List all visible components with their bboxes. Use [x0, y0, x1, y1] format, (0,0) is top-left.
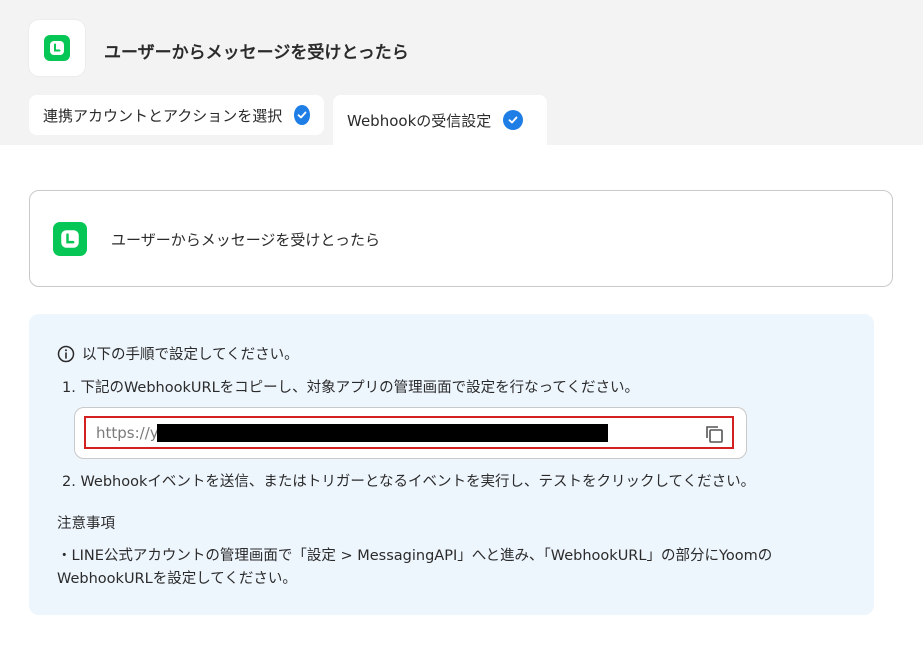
- webhook-url-text: https://y: [96, 424, 159, 442]
- tab-webhook-settings[interactable]: Webhookの受信設定: [333, 95, 547, 145]
- intro-text: 以下の手順で設定してください。: [82, 347, 299, 363]
- copy-icon[interactable]: [703, 423, 725, 445]
- step-2-text: 2. Webhookイベントを送信、またはトリガーとなるイベントを実行し、テスト…: [62, 474, 756, 490]
- tab-account-action[interactable]: 連携アカウントとアクションを選択: [29, 95, 324, 135]
- tab-label: Webhookの受信設定: [347, 111, 492, 130]
- trigger-card: ユーザーからメッセージを受けとったら: [29, 190, 893, 287]
- webhook-url-field[interactable]: https://y: [84, 416, 734, 449]
- webhook-url-box: https://y: [74, 407, 747, 459]
- check-circle-icon: [503, 110, 524, 130]
- tab-label: 連携アカウントとアクションを選択: [43, 106, 283, 125]
- note-line-1: ・LINE公式アカウントの管理画面で「設定 > MessagingAPI」へと進…: [57, 548, 773, 564]
- trigger-label: ユーザーからメッセージを受けとったら: [111, 231, 380, 249]
- info-circle-icon: [57, 345, 75, 362]
- step-1-text: 1. 下記のWebhookURLをコピーし、対象アプリの管理画面で設定を行なって…: [62, 380, 639, 396]
- note-title: 注意事項: [57, 516, 115, 532]
- instructions-intro: 以下の手順で設定してください。: [57, 343, 299, 364]
- line-logo-icon: [44, 35, 70, 61]
- check-circle-icon: [294, 105, 310, 125]
- page-title: ユーザーからメッセージを受けとったら: [104, 43, 409, 63]
- note-line-2: WebhookURLを設定してください。: [57, 571, 297, 587]
- instructions-panel: 以下の手順で設定してください。 1. 下記のWebhookURLをコピーし、対象…: [29, 314, 874, 615]
- app-icon-badge: [29, 20, 85, 76]
- url-redaction: [157, 424, 608, 442]
- line-logo-icon: [53, 222, 87, 256]
